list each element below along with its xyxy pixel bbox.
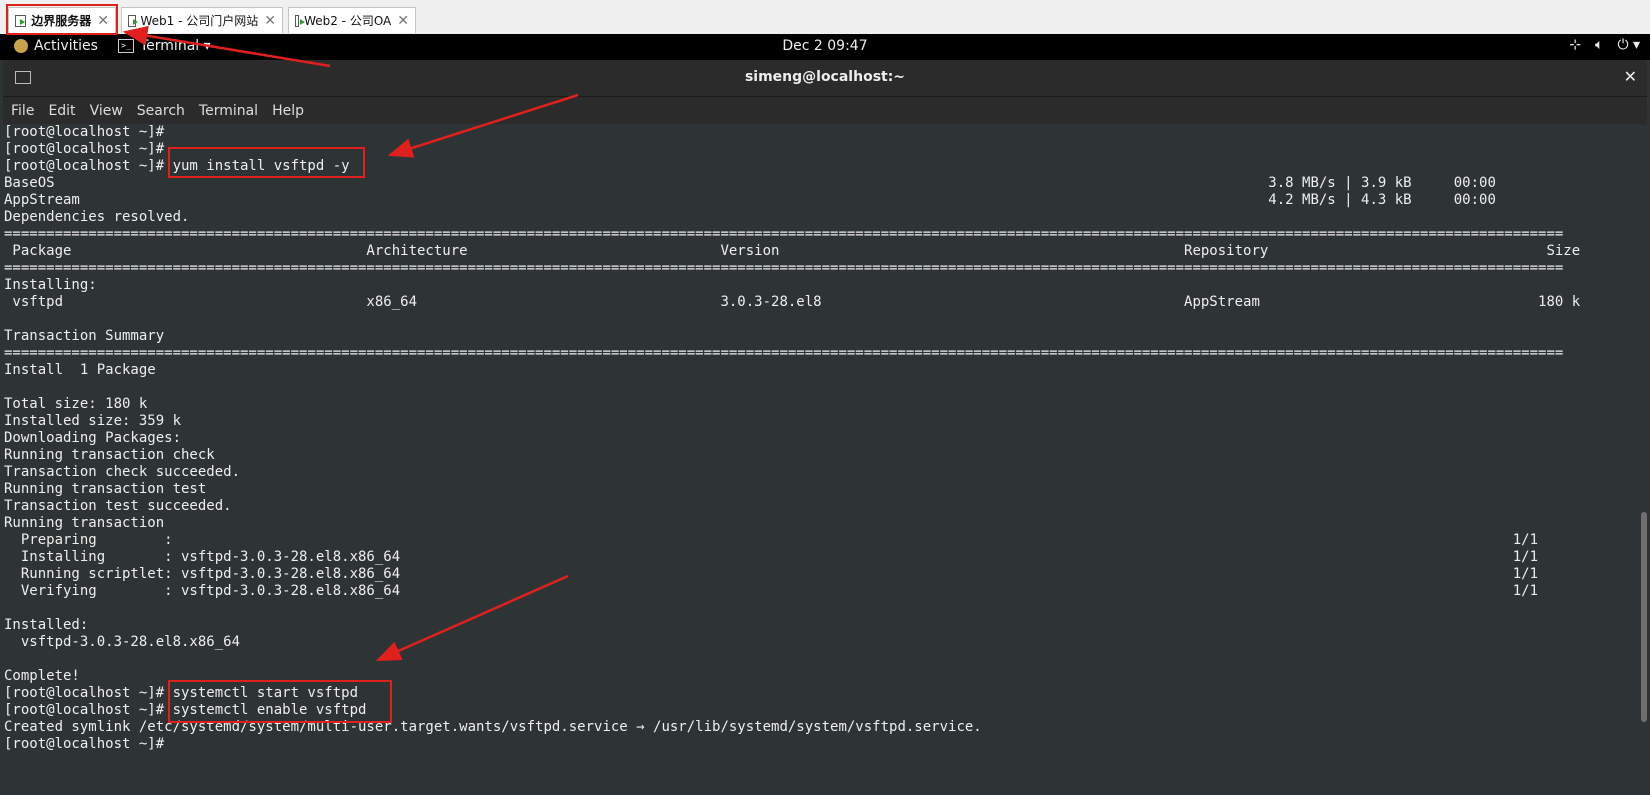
arrow-to-systemctl (375, 574, 569, 662)
arrow-to-tab (122, 25, 331, 68)
arrow-to-yum (387, 93, 579, 158)
annotation-arrows (122, 25, 579, 662)
